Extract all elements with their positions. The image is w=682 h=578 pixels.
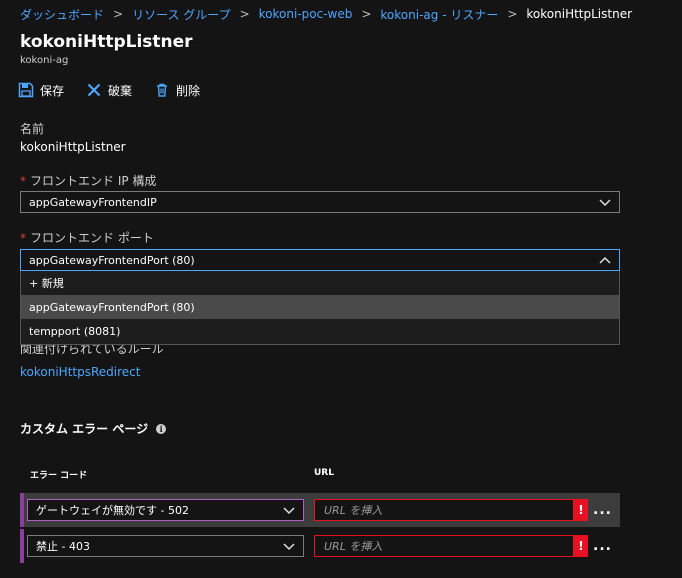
discard-label: 破棄 xyxy=(108,83,133,98)
chevron-down-icon xyxy=(283,507,295,515)
error-code-select[interactable]: ゲートウェイが無効です - 502 xyxy=(27,499,304,521)
row-accent xyxy=(20,529,24,563)
trash-icon xyxy=(154,82,170,98)
url-input[interactable]: URL を挿入 xyxy=(314,499,574,521)
page-subtitle: kokoni-ag xyxy=(20,55,69,66)
breadcrumb-resource-groups[interactable]: リソース グループ xyxy=(132,6,231,23)
dropdown-option-tempport[interactable]: tempport (8081) xyxy=(21,319,619,343)
breadcrumb-dashboard[interactable]: ダッシュボード xyxy=(20,6,104,23)
frontend-ip-label-text: フロントエンド IP 構成 xyxy=(30,174,157,188)
chevron-down-icon xyxy=(283,543,295,551)
more-options-button[interactable]: ... xyxy=(593,503,612,517)
chevron-up-icon xyxy=(599,256,611,264)
custom-error-title-text: カスタム エラー ページ xyxy=(20,422,149,436)
command-bar: 保存 破棄 削除 xyxy=(18,80,222,100)
frontend-ip-select[interactable]: appGatewayFrontendIP xyxy=(20,191,620,213)
error-icon: ! xyxy=(574,499,588,521)
breadcrumb-separator: > xyxy=(239,7,250,21)
error-icon: ! xyxy=(574,535,588,557)
frontend-ip-value: appGatewayFrontendIP xyxy=(29,195,157,209)
frontend-port-select[interactable]: appGatewayFrontendPort (80) xyxy=(20,249,620,271)
breadcrumb-separator: > xyxy=(507,7,518,21)
breadcrumb-separator: > xyxy=(361,7,372,21)
delete-button[interactable]: 削除 xyxy=(154,82,200,99)
url-input[interactable]: URL を挿入 xyxy=(314,535,574,557)
name-value: kokoniHttpListner xyxy=(20,140,126,154)
associated-rule-link[interactable]: kokoniHttpsRedirect xyxy=(20,365,140,379)
required-mark: * xyxy=(20,174,26,188)
column-header-error-code: エラー コード xyxy=(30,471,88,481)
custom-error-title: カスタム エラー ページ i xyxy=(20,420,167,437)
url-placeholder: URL を挿入 xyxy=(324,540,383,553)
error-code-select[interactable]: 禁止 - 403 xyxy=(27,535,304,557)
save-button[interactable]: 保存 xyxy=(18,82,64,99)
page-title: kokoniHttpListner xyxy=(20,32,193,52)
breadcrumb-current: kokoniHttpListner xyxy=(526,7,633,21)
delete-label: 削除 xyxy=(176,83,201,98)
save-label: 保存 xyxy=(40,83,65,98)
frontend-port-label-text: フロントエンド ポート xyxy=(30,231,154,245)
error-code-value: 禁止 - 403 xyxy=(36,540,90,553)
chevron-down-icon xyxy=(599,199,611,207)
breadcrumb-separator: > xyxy=(113,7,124,21)
url-placeholder: URL を挿入 xyxy=(324,504,383,517)
close-icon xyxy=(86,82,102,98)
frontend-port-dropdown: + 新規 appGatewayFrontendPort (80) temppor… xyxy=(20,271,620,345)
column-header-url: URL xyxy=(314,468,334,478)
breadcrumb: ダッシュボード > リソース グループ > kokoni-poc-web > k… xyxy=(20,6,632,22)
frontend-port-label: * フロントエンド ポート xyxy=(20,229,154,246)
dropdown-option-new[interactable]: + 新規 xyxy=(21,271,619,295)
table-row: ゲートウェイが無効です - 502 URL を挿入 ! ... xyxy=(20,493,620,527)
save-icon xyxy=(18,82,34,98)
info-icon[interactable]: i xyxy=(156,423,167,434)
table-row: 禁止 - 403 URL を挿入 ! ... xyxy=(20,529,620,563)
name-label: 名前 xyxy=(20,122,45,136)
breadcrumb-resource-group[interactable]: kokoni-poc-web xyxy=(259,7,353,21)
breadcrumb-listeners[interactable]: kokoni-ag - リスナー xyxy=(380,6,498,23)
row-accent xyxy=(20,493,24,527)
dropdown-option-frontend-port[interactable]: appGatewayFrontendPort (80) xyxy=(21,295,619,319)
more-options-button[interactable]: ... xyxy=(593,539,612,553)
required-mark: * xyxy=(20,231,26,245)
frontend-ip-label: * フロントエンド IP 構成 xyxy=(20,172,156,189)
discard-button[interactable]: 破棄 xyxy=(86,82,132,99)
frontend-port-value: appGatewayFrontendPort (80) xyxy=(29,253,195,267)
error-code-value: ゲートウェイが無効です - 502 xyxy=(36,504,189,517)
